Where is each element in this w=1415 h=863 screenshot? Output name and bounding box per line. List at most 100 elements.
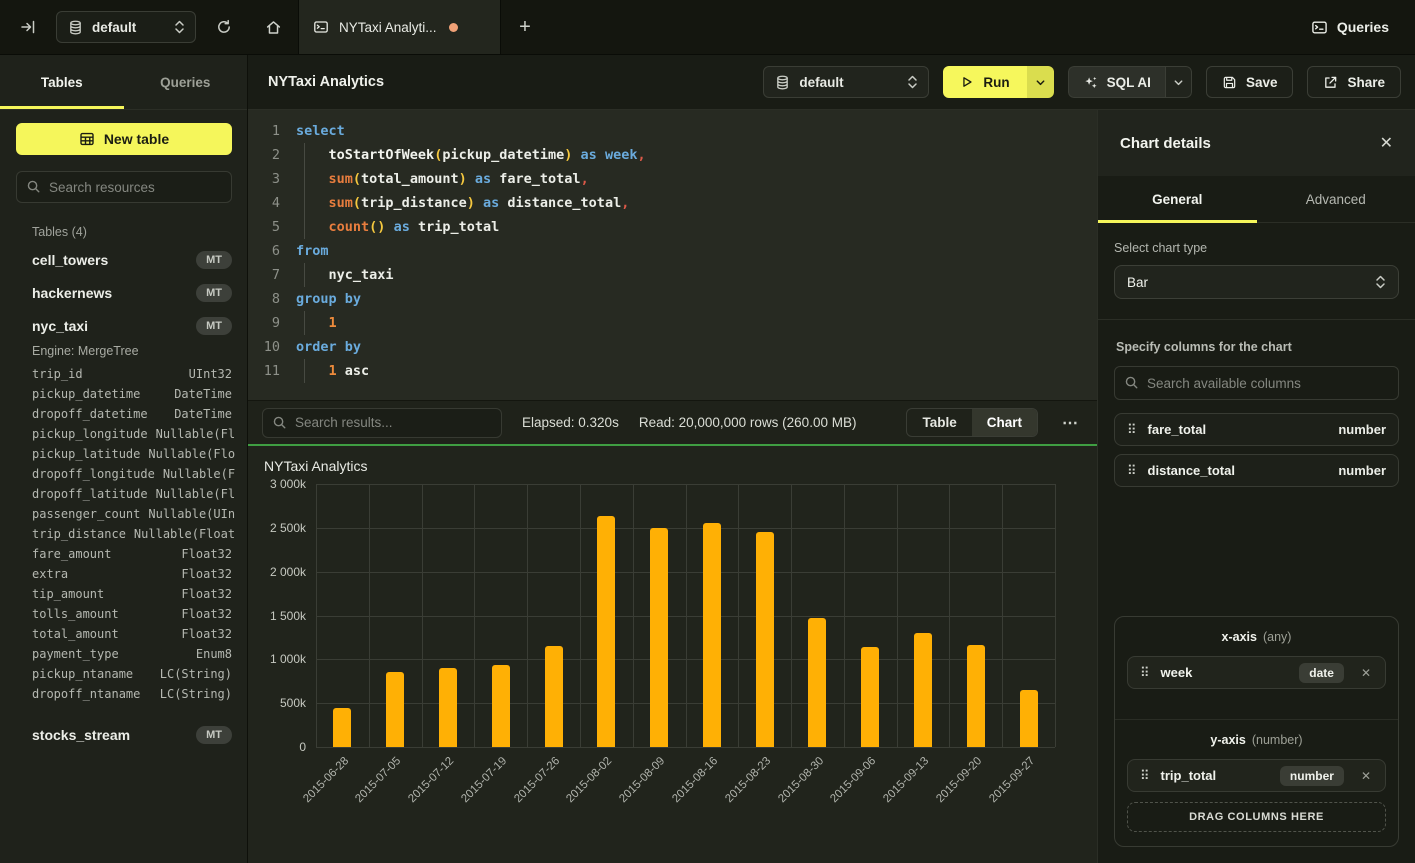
code-line[interactable]: 2 toStartOfWeek(pickup_datetime) as week…	[248, 143, 1097, 167]
column-name: pickup_latitude	[32, 444, 140, 464]
code-line[interactable]: 3 sum(total_amount) as fare_total,	[248, 167, 1097, 191]
view-toggle-chart[interactable]: Chart	[972, 409, 1037, 436]
collapse-sidebar-button[interactable]	[14, 13, 42, 41]
column-row[interactable]: tolls_amountFloat32	[0, 604, 247, 624]
bar[interactable]	[492, 665, 510, 747]
code-line[interactable]: 1select	[248, 119, 1097, 143]
search-icon	[1124, 375, 1139, 390]
results-search-input[interactable]	[262, 408, 502, 438]
column-row[interactable]: extraFloat32	[0, 564, 247, 584]
column-row[interactable]: dropoff_latitudeNullable(Fl	[0, 484, 247, 504]
tab-general[interactable]: General	[1098, 176, 1257, 222]
column-row[interactable]: pickup_latitudeNullable(Flo	[0, 444, 247, 464]
query-database-selector[interactable]: default	[763, 66, 929, 98]
sidebar-content[interactable]: New table Tables (4) cell_towersMThacker…	[0, 110, 247, 863]
queries-button[interactable]: Queries	[1311, 19, 1389, 36]
axis-column-chip[interactable]: ⠿trip_totalnumber✕	[1127, 759, 1386, 792]
code-line[interactable]: 11 1 asc	[248, 359, 1097, 383]
axis-column-chip[interactable]: ⠿weekdate✕	[1127, 656, 1386, 689]
bar[interactable]	[1020, 690, 1038, 747]
close-icon[interactable]: ✕	[1380, 133, 1393, 153]
tab-title: NYTaxi Analyti...	[339, 20, 437, 35]
drag-handle-icon[interactable]: ⠿	[1127, 422, 1137, 438]
topbar-left: default	[0, 0, 248, 54]
column-row[interactable]: pickup_datetimeDateTime	[0, 384, 247, 404]
column-row[interactable]: tip_amountFloat32	[0, 584, 247, 604]
queries-label: Queries	[1337, 19, 1389, 35]
code-line[interactable]: 6from	[248, 239, 1097, 263]
code-line[interactable]: 7 nyc_taxi	[248, 263, 1097, 287]
available-column-chip[interactable]: ⠿fare_totalnumber	[1114, 413, 1399, 446]
column-row[interactable]: passenger_countNullable(UIn	[0, 504, 247, 524]
sql-token: 1	[329, 315, 337, 331]
remove-column-icon[interactable]: ✕	[1359, 769, 1373, 783]
run-button[interactable]: Run	[943, 66, 1026, 98]
database-selector[interactable]: default	[56, 11, 196, 43]
drag-handle-icon[interactable]: ⠿	[1140, 665, 1150, 681]
sidebar-tab-queries[interactable]: Queries	[124, 55, 248, 109]
code-line[interactable]: 10order by	[248, 335, 1097, 359]
refresh-button[interactable]	[210, 13, 238, 41]
drag-handle-icon[interactable]: ⠿	[1127, 463, 1137, 479]
bar[interactable]	[386, 672, 404, 747]
sidebar-tab-tables[interactable]: Tables	[0, 55, 124, 109]
column-row[interactable]: total_amountFloat32	[0, 624, 247, 644]
save-icon	[1222, 75, 1237, 90]
column-row[interactable]: dropoff_datetimeDateTime	[0, 404, 247, 424]
new-tab-button[interactable]: +	[501, 0, 549, 54]
chart-type-select[interactable]: Bar	[1114, 265, 1399, 299]
column-row[interactable]: dropoff_longitudeNullable(F	[0, 464, 247, 484]
available-column-chip[interactable]: ⠿distance_totalnumber	[1114, 454, 1399, 487]
remove-column-icon[interactable]: ✕	[1359, 666, 1373, 680]
column-row[interactable]: dropoff_ntanameLC(String)	[0, 684, 247, 704]
bar[interactable]	[756, 532, 774, 747]
bar[interactable]	[597, 516, 615, 747]
drag-columns-drop-zone[interactable]: DRAG COLUMNS HERE	[1127, 802, 1386, 832]
tab-advanced[interactable]: Advanced	[1257, 176, 1415, 222]
query-header: NYTaxi Analytics default	[248, 55, 1415, 110]
code-line[interactable]: 4 sum(trip_distance) as distance_total,	[248, 191, 1097, 215]
share-button[interactable]: Share	[1307, 66, 1401, 98]
save-button[interactable]: Save	[1206, 66, 1294, 98]
bar[interactable]	[650, 528, 668, 747]
column-row[interactable]: pickup_ntanameLC(String)	[0, 664, 247, 684]
sql-editor[interactable]: 1select2 toStartOfWeek(pickup_datetime) …	[248, 110, 1097, 400]
column-type: DateTime	[174, 384, 232, 404]
run-options-button[interactable]	[1027, 66, 1054, 98]
sidebar-search-input[interactable]	[16, 171, 232, 203]
bar[interactable]	[545, 646, 563, 747]
sql-ai-button[interactable]: SQL AI	[1068, 66, 1165, 98]
column-row[interactable]: pickup_longitudeNullable(Fl	[0, 424, 247, 444]
columns-search-input[interactable]	[1114, 366, 1399, 400]
bar[interactable]	[703, 523, 721, 747]
code-line[interactable]: 5 count() as trip_total	[248, 215, 1097, 239]
bar[interactable]	[967, 645, 985, 747]
search-icon	[272, 415, 287, 430]
drag-handle-icon[interactable]: ⠿	[1140, 768, 1150, 784]
table-row[interactable]: cell_towersMT	[0, 243, 247, 276]
table-row[interactable]: hackernewsMT	[0, 276, 247, 309]
more-options-button[interactable]: ⋯	[1058, 413, 1083, 433]
code-line[interactable]: 9 1	[248, 311, 1097, 335]
column-row[interactable]: payment_typeEnum8	[0, 644, 247, 664]
column-type: Nullable(Float	[134, 524, 235, 544]
bar[interactable]	[861, 647, 879, 747]
bar[interactable]	[808, 618, 826, 747]
table-row[interactable]: nyc_taxiMT	[0, 309, 247, 342]
bar[interactable]	[914, 633, 932, 747]
bar[interactable]	[439, 668, 457, 747]
table-row[interactable]: stocks_streamMT	[0, 718, 247, 751]
home-button[interactable]	[248, 0, 298, 54]
column-row[interactable]: trip_idUInt32	[0, 364, 247, 384]
sql-token: week	[605, 147, 638, 163]
tab-nytaxi-analytics[interactable]: NYTaxi Analyti...	[298, 0, 501, 54]
column-row[interactable]: fare_amountFloat32	[0, 544, 247, 564]
new-table-button[interactable]: New table	[16, 123, 232, 155]
column-row[interactable]: trip_distanceNullable(Float	[0, 524, 247, 544]
column-name: pickup_longitude	[32, 424, 148, 444]
sql-ai-options-button[interactable]	[1165, 66, 1192, 98]
engine-badge: MT	[196, 251, 232, 269]
bar[interactable]	[333, 708, 351, 747]
view-toggle-table[interactable]: Table	[907, 409, 971, 436]
code-line[interactable]: 8group by	[248, 287, 1097, 311]
